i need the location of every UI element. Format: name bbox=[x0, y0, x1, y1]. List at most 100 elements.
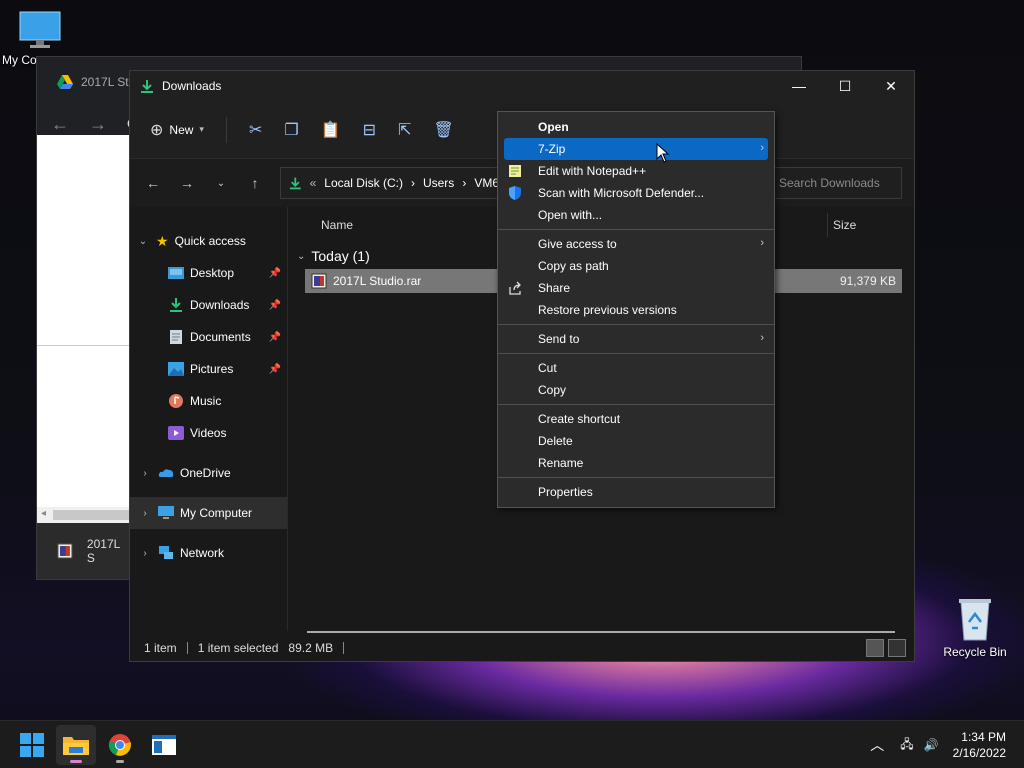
menu-item-share[interactable]: Share bbox=[504, 277, 768, 299]
nav-label: OneDrive bbox=[180, 466, 231, 480]
scroll-left-icon[interactable]: ◂ bbox=[41, 508, 46, 519]
nav-my-computer[interactable]: › My Computer bbox=[130, 497, 287, 529]
menu-item-open-with[interactable]: Open with... bbox=[504, 204, 768, 226]
window-title: Downloads bbox=[162, 79, 222, 93]
nav-pictures[interactable]: Pictures 📌 bbox=[130, 353, 287, 385]
menu-item-restore-previous-versions[interactable]: Restore previous versions bbox=[504, 299, 768, 321]
breadcrumb-separator[interactable]: › bbox=[411, 176, 415, 190]
column-name-header[interactable]: Name bbox=[321, 218, 353, 232]
divider bbox=[37, 345, 131, 346]
chevron-right-icon[interactable]: › bbox=[138, 548, 152, 559]
copy-button[interactable]: ❐ bbox=[284, 120, 298, 140]
nav-videos[interactable]: Videos bbox=[130, 417, 287, 449]
nav-label: Quick access bbox=[174, 234, 246, 248]
details-view-button[interactable] bbox=[866, 639, 884, 657]
file-name: 2017L Studio.rar bbox=[333, 274, 422, 288]
nav-downloads[interactable]: Downloads 📌 bbox=[130, 289, 287, 321]
menu-item-create-shortcut[interactable]: Create shortcut bbox=[504, 408, 768, 430]
cut-button[interactable]: ✂ bbox=[249, 120, 262, 140]
recent-chevron-icon[interactable]: ⌄ bbox=[212, 178, 230, 189]
menu-item-edit-with-notepad[interactable]: Edit with Notepad++ bbox=[504, 160, 768, 182]
monitor-icon bbox=[19, 11, 61, 48]
horizontal-scrollbar[interactable] bbox=[307, 631, 895, 633]
minimize-button[interactable]: — bbox=[776, 71, 822, 101]
volume-icon[interactable]: 🔊 bbox=[924, 738, 939, 752]
nav-network[interactable]: › Network bbox=[130, 537, 287, 569]
breadcrumb-vm6[interactable]: VM6 bbox=[474, 176, 499, 190]
taskbar-app[interactable] bbox=[144, 725, 184, 765]
back-arrow-icon[interactable]: ← bbox=[144, 175, 162, 191]
menu-item-scan-with-microsoft-defender[interactable]: Scan with Microsoft Defender... bbox=[504, 182, 768, 204]
chevron-right-icon[interactable]: › bbox=[138, 468, 152, 479]
chrome-tab-title: 2017L Stu bbox=[81, 75, 136, 89]
menu-item-rename[interactable]: Rename bbox=[504, 452, 768, 474]
running-indicator bbox=[116, 760, 124, 763]
maximize-button[interactable]: ☐ bbox=[822, 71, 868, 101]
menu-item-copy[interactable]: Copy bbox=[504, 379, 768, 401]
nav-onedrive[interactable]: › OneDrive bbox=[130, 457, 287, 489]
menu-item-properties[interactable]: Properties bbox=[504, 481, 768, 503]
chevron-up-icon[interactable]: ︿ bbox=[870, 735, 884, 755]
menu-item-label: Open with... bbox=[538, 208, 603, 222]
breadcrumb-overflow[interactable]: « bbox=[310, 176, 317, 190]
network-icon[interactable]: 🖧 bbox=[900, 735, 913, 756]
chevron-down-icon[interactable]: ⌄ bbox=[136, 236, 150, 247]
breadcrumb-users[interactable]: Users bbox=[423, 176, 454, 190]
onedrive-cloud-icon bbox=[158, 469, 174, 477]
back-arrow-icon[interactable]: ← bbox=[51, 114, 69, 135]
menu-item-give-access-to[interactable]: Give access to › bbox=[504, 233, 768, 255]
start-button[interactable] bbox=[12, 725, 52, 765]
forward-arrow-icon[interactable]: → bbox=[89, 114, 107, 135]
menu-item-cut[interactable]: Cut bbox=[504, 357, 768, 379]
window-controls: — ☐ ✕ bbox=[776, 71, 914, 101]
chevron-right-icon[interactable]: › bbox=[138, 508, 152, 519]
nav-music[interactable]: Music bbox=[130, 385, 287, 417]
forward-arrow-icon[interactable]: → bbox=[178, 175, 196, 191]
pin-icon[interactable]: 📌 bbox=[269, 364, 281, 375]
menu-item-send-to[interactable]: Send to › bbox=[504, 328, 768, 350]
column-divider[interactable] bbox=[827, 213, 828, 237]
menu-separator bbox=[498, 477, 774, 478]
status-item-count: 1 item bbox=[144, 641, 177, 655]
pin-icon[interactable]: 📌 bbox=[269, 300, 281, 311]
paste-button[interactable]: 📋 bbox=[321, 120, 341, 140]
menu-item-delete[interactable]: Delete bbox=[504, 430, 768, 452]
nav-quick-access[interactable]: ⌄ ★ Quick access bbox=[130, 225, 287, 257]
downloads-icon bbox=[141, 80, 153, 93]
menu-item-copy-as-path[interactable]: Copy as path bbox=[504, 255, 768, 277]
chevron-down-icon[interactable]: ⌄ bbox=[297, 251, 305, 262]
column-size-header[interactable]: Size bbox=[833, 218, 856, 232]
nav-documents[interactable]: Documents 📌 bbox=[130, 321, 287, 353]
pin-icon[interactable]: 📌 bbox=[269, 332, 281, 343]
desktop-folder-icon bbox=[168, 267, 184, 279]
system-tray: ︿ 🖧 🔊 1:34 PM 2/16/2022 bbox=[870, 721, 1024, 768]
clock[interactable]: 1:34 PM 2/16/2022 bbox=[953, 729, 1024, 761]
address-bar[interactable]: « Local Disk (C:) › Users › VM6 › bbox=[280, 167, 512, 199]
share-button[interactable]: ⇱ bbox=[398, 120, 411, 140]
new-button[interactable]: ⊕ New ▾ bbox=[150, 120, 204, 140]
breadcrumb-separator[interactable]: › bbox=[462, 176, 466, 190]
taskbar-file-explorer[interactable] bbox=[56, 725, 96, 765]
desktop-icon-recycle-bin[interactable]: Recycle Bin bbox=[938, 596, 1012, 659]
clock-time: 1:34 PM bbox=[961, 730, 1006, 744]
menu-item-7-zip[interactable]: 7-Zip › bbox=[504, 138, 768, 160]
scrollbar-thumb[interactable] bbox=[53, 510, 131, 520]
nav-desktop[interactable]: Desktop 📌 bbox=[130, 257, 287, 289]
taskbar-chrome[interactable] bbox=[100, 725, 140, 765]
download-shelf-item[interactable]: 2017L S bbox=[37, 523, 131, 579]
delete-button[interactable]: 🗑 bbox=[433, 120, 453, 140]
breadcrumb-local-disk[interactable]: Local Disk (C:) bbox=[324, 176, 403, 190]
context-menu: Open 7-Zip › Edit with Notepad++ Scan with M… bbox=[497, 111, 775, 508]
menu-item-label: Rename bbox=[538, 456, 584, 470]
up-arrow-icon[interactable]: ↑ bbox=[246, 175, 264, 191]
tiles-view-button[interactable] bbox=[888, 639, 906, 657]
menu-item-open[interactable]: Open bbox=[504, 116, 768, 138]
pin-icon[interactable]: 📌 bbox=[269, 268, 281, 279]
menu-item-label: Give access to bbox=[538, 237, 617, 251]
close-button[interactable]: ✕ bbox=[868, 71, 914, 101]
rename-button[interactable]: ⊟ bbox=[363, 120, 376, 140]
horizontal-scrollbar[interactable]: ◂ bbox=[37, 507, 131, 523]
nav-label: Music bbox=[190, 394, 222, 408]
search-input[interactable]: Search Downloads bbox=[770, 167, 902, 199]
nav-label: My Computer bbox=[180, 506, 253, 520]
